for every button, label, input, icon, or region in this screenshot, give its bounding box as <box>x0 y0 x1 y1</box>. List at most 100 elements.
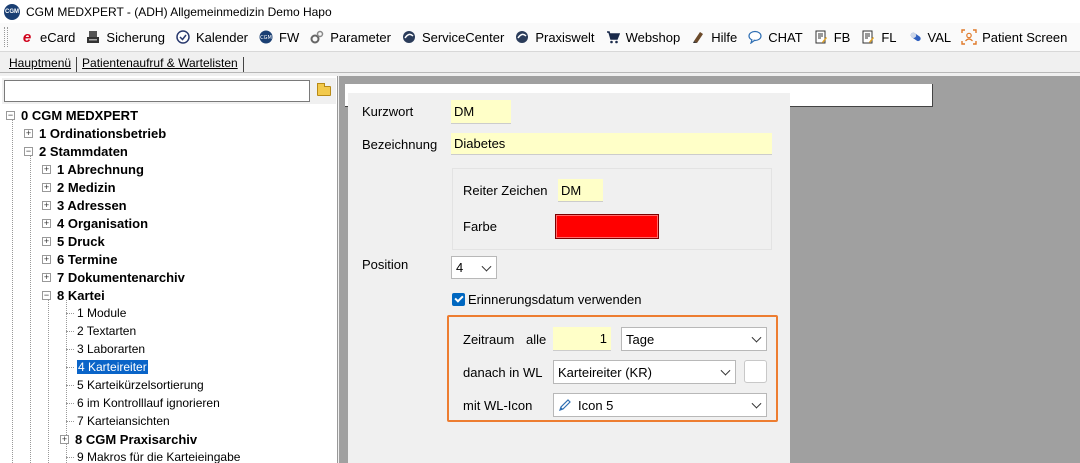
tree-item-label: 1 Module <box>77 306 127 320</box>
expand-icon[interactable]: + <box>42 200 51 210</box>
wl-icon-select[interactable]: Icon 5 <box>553 393 767 417</box>
ecard-icon: e <box>22 28 32 46</box>
tree-item-kartei[interactable]: −8 Kartei <box>42 286 105 304</box>
toolbar-patient-screen-button[interactable]: Patient Screen <box>956 26 1072 48</box>
toolbar-servicecenter-button[interactable]: ServiceCenter <box>396 26 509 48</box>
toolbar-fl-button[interactable]: FL <box>855 26 901 48</box>
tree-item-label: 5 Druck <box>57 233 105 249</box>
reiter-zeichen-input[interactable]: DM <box>558 179 603 202</box>
tree-item-ordinationsbetrieb[interactable]: +1 Ordinationsbetrieb <box>24 124 166 142</box>
tree-item-kontrolllauf[interactable]: 6 im Kontrolllauf ignorieren <box>66 394 220 412</box>
navigation-tree: −0 CGM MEDXPERT +1 Ordinationsbetrieb −2… <box>0 106 336 463</box>
chevron-down-icon <box>751 332 762 343</box>
tree-item-praxisarchiv[interactable]: +8 CGM Praxisarchiv <box>60 430 197 448</box>
wl-icon-value: Icon 5 <box>578 397 614 413</box>
alle-label: alle <box>526 332 547 347</box>
toolbar-kalender-button[interactable]: Kalender <box>170 26 253 48</box>
toolbar-parameter-button[interactable]: Parameter <box>304 26 396 48</box>
tree-item-abrechnung[interactable]: +1 Abrechnung <box>42 160 144 178</box>
tree-item-laborarten[interactable]: 3 Laborarten <box>66 340 145 358</box>
tree-item-karteikuerzelsortierung[interactable]: 5 Karteikürzelsortierung <box>66 376 204 394</box>
tree-item-stammdaten[interactable]: −2 Stammdaten <box>24 142 128 160</box>
danach-wl-select[interactable]: Karteireiter (KR) <box>553 360 736 384</box>
expand-icon[interactable]: + <box>24 128 33 138</box>
tree-item-label: 3 Adressen <box>57 197 127 213</box>
expand-icon[interactable]: + <box>42 218 51 228</box>
toolbar-chat-button[interactable]: CHAT <box>742 26 807 48</box>
collapse-icon[interactable]: − <box>24 146 33 156</box>
collapse-icon[interactable]: − <box>6 110 15 120</box>
toolbar-fb-button[interactable]: FB <box>808 26 856 48</box>
erinnerung-label[interactable]: Erinnerungsdatum verwenden <box>468 292 641 307</box>
zeitraum-unit-value: Tage <box>626 331 655 347</box>
erinnerung-checkbox[interactable] <box>452 293 465 306</box>
tree-connector <box>30 156 31 463</box>
zeitraum-input[interactable]: 1 <box>553 327 611 351</box>
expand-icon[interactable]: + <box>42 254 51 264</box>
tree-connector <box>66 348 74 350</box>
cart-icon <box>605 29 621 45</box>
toolbar-fb-label: FB <box>833 29 851 45</box>
wl-icon-label: mit WL-Icon <box>463 398 533 413</box>
tree-item-adressen[interactable]: +3 Adressen <box>42 196 127 214</box>
expand-icon[interactable]: + <box>42 236 51 246</box>
expand-icon[interactable]: + <box>42 182 51 192</box>
tree-connector <box>66 366 74 368</box>
toolbar-ecard-button[interactable]: e eCard <box>14 26 80 48</box>
tab-patientenaufruf[interactable]: Patientenaufruf & Wartelisten <box>79 54 241 72</box>
toolbar-praxiswelt-label: Praxiswelt <box>535 29 595 45</box>
fw-icon: CGM <box>258 29 274 45</box>
tree-item-label: 6 im Kontrolllauf ignorieren <box>77 396 220 410</box>
toolbar-sicherung-button[interactable]: Sicherung <box>80 26 170 48</box>
tree-item-dokumentenarchiv[interactable]: +7 Dokumentenarchiv <box>42 268 185 286</box>
expand-icon[interactable]: + <box>42 164 51 174</box>
tree-connector <box>66 330 74 332</box>
tree-item-medizin[interactable]: +2 Medizin <box>42 178 116 196</box>
wl-color-button[interactable] <box>744 360 767 383</box>
toolbar-val-button[interactable]: VAL <box>902 26 957 48</box>
tree-item-label: 9 Makros für die Karteieingabe <box>77 450 241 463</box>
position-select[interactable]: 4 <box>451 256 497 279</box>
tree-connector <box>48 300 49 463</box>
bezeichnung-input[interactable]: Diabetes <box>451 133 772 155</box>
toolbar-fw-button[interactable]: CGM FW <box>253 26 304 48</box>
tree-root[interactable]: −0 CGM MEDXPERT <box>6 106 138 124</box>
tree-item-organisation[interactable]: +4 Organisation <box>42 214 148 232</box>
open-folder-button[interactable] <box>314 81 334 101</box>
tree-item-label: 2 Medizin <box>57 179 116 195</box>
toolbar-webshop-button[interactable]: Webshop <box>600 26 686 48</box>
main-toolbar: e eCard Sicherung Kalender CGM FW Parame… <box>0 23 1080 52</box>
toolbar-praxiswelt-button[interactable]: Praxiswelt <box>509 26 599 48</box>
reiter-zeichen-label: Reiter Zeichen <box>463 183 548 198</box>
chevron-down-icon <box>481 261 492 272</box>
zeitraum-unit-select[interactable]: Tage <box>621 327 767 351</box>
tree-search-input[interactable] <box>4 80 310 102</box>
tree-item-druck[interactable]: +5 Druck <box>42 232 105 250</box>
tree-connector <box>66 456 74 458</box>
tree-connector <box>66 420 74 422</box>
tree-item-makros[interactable]: 9 Makros für die Karteieingabe <box>66 448 240 463</box>
toolbar-chat-label: CHAT <box>768 29 803 45</box>
farbe-color-button[interactable] <box>555 214 659 239</box>
expand-icon[interactable]: + <box>60 434 69 444</box>
toolbar-hilfe-button[interactable]: Hilfe <box>685 26 742 48</box>
toolbar-grip[interactable] <box>4 27 8 47</box>
tree-item-karteiansichten[interactable]: 7 Karteiansichten <box>66 412 170 430</box>
tree-item-karteireiter[interactable]: 4 Karteireiter <box>66 358 148 376</box>
tree-connector <box>66 384 74 386</box>
kurzwort-input[interactable]: DM <box>451 100 511 124</box>
tab-hauptmenue[interactable]: Hauptmenü <box>6 54 74 72</box>
collapse-icon[interactable]: − <box>42 290 51 300</box>
expand-icon[interactable]: + <box>42 272 51 282</box>
chat-icon <box>747 29 763 45</box>
karteireiter-form: Kurzwort DM Bezeichnung Diabetes Reiter … <box>348 93 790 463</box>
toolbar-ecard-label: eCard <box>40 29 76 45</box>
toolbar-parameter-label: Parameter <box>330 29 391 45</box>
tree-item-module[interactable]: 1 Module <box>66 304 126 322</box>
tree-item-termine[interactable]: +6 Termine <box>42 250 117 268</box>
position-select-value: 4 <box>456 260 464 275</box>
toolbar-servicecenter-label: ServiceCenter <box>421 29 505 45</box>
tab-separator <box>242 57 244 72</box>
parameter-icon <box>309 29 325 45</box>
tree-item-textarten[interactable]: 2 Textarten <box>66 322 136 340</box>
